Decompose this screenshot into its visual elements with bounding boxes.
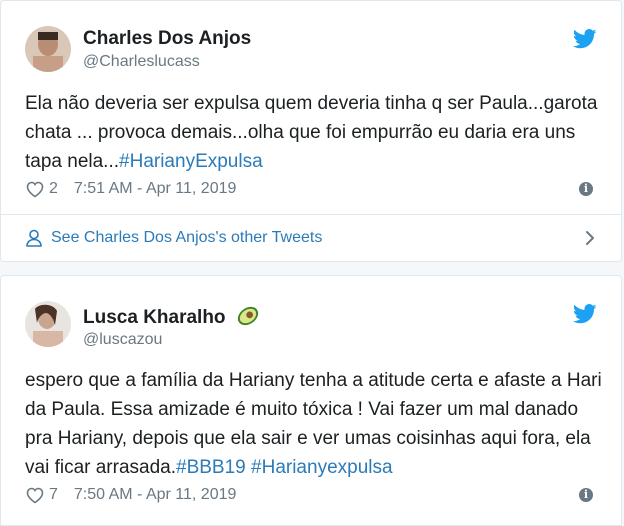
- info-icon[interactable]: i: [579, 182, 593, 196]
- like-heart-icon[interactable]: [25, 486, 45, 504]
- hashtag-link[interactable]: #HarianyExpulsa: [119, 151, 263, 172]
- hashtag-link[interactable]: #Harianyexpulsa: [251, 457, 393, 478]
- person-icon: [26, 229, 42, 247]
- see-other-tweets-link[interactable]: See Charles Dos Anjos's other Tweets: [25, 223, 597, 253]
- tweet-meta: 2 7:51 AM - Apr 11, 2019: [25, 178, 236, 200]
- timestamp-link[interactable]: 7:50 AM - Apr 11, 2019: [74, 486, 236, 504]
- hashtag-link[interactable]: #BBB19: [176, 457, 246, 478]
- tweet-card[interactable]: Charles Dos Anjos @Charleslucass Ela não…: [0, 0, 622, 262]
- tweet-card[interactable]: Lusca Kharalho @luscazou espero que a fa…: [0, 275, 622, 526]
- twitter-bird-icon[interactable]: [573, 29, 597, 49]
- tweet-text: Ela não deveria ser expulsa quem deveria…: [25, 93, 598, 172]
- like-count[interactable]: 7: [49, 486, 58, 504]
- tweet-text: espero que a família da Hariany tenha a …: [25, 370, 602, 478]
- tweet-meta: 7 7:50 AM - Apr 11, 2019: [25, 484, 236, 506]
- chevron-right-icon[interactable]: [583, 230, 597, 246]
- author-name[interactable]: Charles Dos Anjos: [83, 28, 251, 50]
- avatar[interactable]: [25, 301, 71, 347]
- like-heart-icon[interactable]: [25, 180, 45, 198]
- author-name[interactable]: Lusca Kharalho: [83, 305, 261, 329]
- author-handle[interactable]: @Charleslucass: [83, 53, 200, 71]
- see-other-tweets-label[interactable]: See Charles Dos Anjos's other Tweets: [51, 229, 322, 247]
- avatar[interactable]: [25, 26, 71, 72]
- tweet-feed: Charles Dos Anjos @Charleslucass Ela não…: [0, 0, 624, 526]
- timestamp-link[interactable]: 7:51 AM - Apr 11, 2019: [74, 180, 236, 198]
- like-count[interactable]: 2: [49, 180, 58, 198]
- twitter-bird-icon[interactable]: [573, 304, 597, 324]
- author-handle[interactable]: @luscazou: [83, 331, 162, 349]
- info-icon[interactable]: i: [579, 488, 593, 502]
- avocado-icon: [237, 306, 258, 326]
- divider: [1, 214, 621, 215]
